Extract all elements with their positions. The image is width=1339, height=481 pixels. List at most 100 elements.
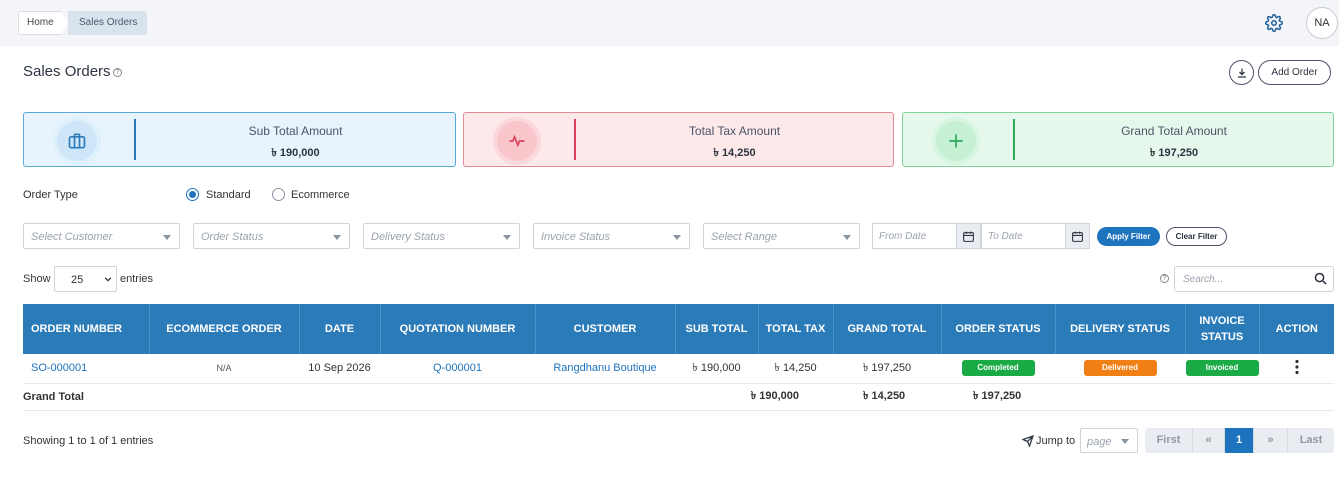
column-header-invoice-status[interactable]: INVOICE STATUS xyxy=(1185,304,1260,354)
radio-ecommerce-label[interactable]: Ecommerce xyxy=(291,189,350,201)
plus-icon xyxy=(936,121,976,161)
breadcrumb-home[interactable]: Home xyxy=(18,11,62,35)
invoice-status-select[interactable]: Invoice Status xyxy=(533,223,690,249)
grand-total-row: Grand Total ৳ 190,000 ৳ 14,250 ৳ 197,250 xyxy=(23,383,1334,411)
radio-ecommerce[interactable] xyxy=(272,188,285,201)
card-value: ৳ 190,000 xyxy=(271,147,320,159)
pulse-icon xyxy=(497,121,537,161)
grand-total-cell: ৳ 197,250 xyxy=(833,354,941,384)
order-status-badge: Completed xyxy=(961,360,1035,377)
table-row: SO-000001 N/A 10 Sep 2026 Q-000001 Rangd… xyxy=(23,354,1334,384)
column-header-grand-total[interactable]: GRAND TOTAL xyxy=(833,304,942,354)
grand-total-label: Grand Total xyxy=(23,383,149,411)
column-header-sub-total[interactable]: SUB TOTAL xyxy=(675,304,759,354)
column-header-date[interactable]: DATE xyxy=(299,304,381,354)
total-grand-total: ৳ 197,250 xyxy=(941,383,1055,411)
briefcase-icon xyxy=(57,121,97,161)
column-header-delivery-status[interactable]: DELIVERY STATUS xyxy=(1055,304,1186,354)
card-label: Grand Total Amount xyxy=(1121,124,1227,138)
kebab-menu-icon[interactable] xyxy=(1294,359,1300,375)
search-help-icon[interactable]: ? xyxy=(1160,274,1169,283)
avatar[interactable]: NA xyxy=(1306,7,1338,39)
total-tax-cell: ৳ 14,250 xyxy=(758,354,833,384)
entries-label: entries xyxy=(120,273,154,285)
column-header-order-status[interactable]: ORDER STATUS xyxy=(941,304,1056,354)
calendar-icon[interactable] xyxy=(956,223,981,249)
download-icon xyxy=(1237,68,1246,78)
order-status-cell: Completed xyxy=(941,354,1055,384)
invoice-status-badge: Invoiced xyxy=(1185,360,1259,377)
entries-select[interactable]: 25 xyxy=(54,266,117,292)
next-page-button[interactable]: » xyxy=(1254,428,1288,453)
invoice-status-placeholder: Invoice Status xyxy=(541,231,611,243)
chevron-down-icon xyxy=(103,274,113,286)
entries-info: Showing 1 to 1 of 1 entries xyxy=(23,435,154,447)
search-input[interactable]: Search... xyxy=(1174,266,1334,292)
delivery-status-badge: Delivered xyxy=(1083,360,1157,377)
action-cell xyxy=(1259,354,1334,384)
card-value: ৳ 14,250 xyxy=(713,147,756,159)
help-icon[interactable]: ? xyxy=(113,68,122,77)
send-icon xyxy=(1022,435,1034,447)
total-tax-card: Total Tax Amount ৳ 14,250 xyxy=(463,112,894,167)
to-date-input[interactable]: To Date xyxy=(981,223,1066,249)
total-sub-total: ৳ 190,000 xyxy=(675,383,833,411)
clear-filter-button[interactable]: Clear Filter xyxy=(1166,227,1227,246)
caret-down-icon xyxy=(163,235,171,240)
card-label: Sub Total Amount xyxy=(248,124,343,138)
date-cell: 10 Sep 2026 xyxy=(299,354,380,384)
radio-standard-label[interactable]: Standard xyxy=(206,189,251,201)
sub-total-cell: ৳ 190,000 xyxy=(675,354,758,384)
order-status-placeholder: Order Status xyxy=(201,231,264,243)
column-header-quotation-number[interactable]: QUOTATION NUMBER xyxy=(380,304,536,354)
caret-down-icon xyxy=(1121,439,1129,444)
page-select[interactable]: page xyxy=(1080,428,1138,453)
column-header-action: ACTION xyxy=(1259,304,1334,354)
caret-down-icon xyxy=(333,235,341,240)
first-page-button[interactable]: First xyxy=(1145,428,1193,453)
page-select-placeholder: page xyxy=(1087,436,1112,448)
breadcrumb-current: Sales Orders xyxy=(68,11,148,35)
jump-to-label: Jump to xyxy=(1036,435,1076,447)
caret-down-icon xyxy=(843,235,851,240)
page-button-1[interactable]: 1 xyxy=(1225,428,1254,453)
search-icon[interactable] xyxy=(1313,271,1329,287)
from-date-input[interactable]: From Date xyxy=(872,223,957,249)
download-button[interactable] xyxy=(1229,60,1254,85)
orders-table: ORDER NUMBER ECOMMERCE ORDER DATE QUOTAT… xyxy=(23,304,1334,411)
range-select-placeholder: Select Range xyxy=(711,231,778,243)
delivery-status-select[interactable]: Delivery Status xyxy=(363,223,520,249)
last-page-button[interactable]: Last xyxy=(1288,428,1334,453)
column-header-order-number[interactable]: ORDER NUMBER xyxy=(23,304,150,354)
caret-down-icon xyxy=(673,235,681,240)
customer-select-placeholder: Select Customer xyxy=(31,231,113,243)
column-header-customer[interactable]: CUSTOMER xyxy=(535,304,676,354)
delivery-status-placeholder: Delivery Status xyxy=(371,231,445,243)
grand-total-card: Grand Total Amount ৳ 197,250 xyxy=(902,112,1334,167)
caret-down-icon xyxy=(503,235,511,240)
quotation-number-link[interactable]: Q-000001 xyxy=(380,354,535,384)
page-title: Sales Orders xyxy=(23,63,111,80)
radio-standard[interactable] xyxy=(186,188,199,201)
customer-link[interactable]: Rangdhanu Boutique xyxy=(535,354,675,384)
add-order-button[interactable]: Add Order xyxy=(1258,60,1331,85)
customer-select[interactable]: Select Customer xyxy=(23,223,180,249)
order-number-link[interactable]: SO-000001 xyxy=(23,354,149,384)
order-status-select[interactable]: Order Status xyxy=(193,223,350,249)
total-tax: ৳ 14,250 xyxy=(833,383,941,411)
top-bar: Home Sales Orders NA xyxy=(0,0,1339,46)
column-header-total-tax[interactable]: TOTAL TAX xyxy=(758,304,834,354)
prev-page-button[interactable]: « xyxy=(1193,428,1225,453)
column-header-ecommerce-order[interactable]: ECOMMERCE ORDER xyxy=(149,304,300,354)
order-type-label: Order Type xyxy=(23,189,78,201)
range-select[interactable]: Select Range xyxy=(703,223,860,249)
table-header-row: ORDER NUMBER ECOMMERCE ORDER DATE QUOTAT… xyxy=(23,304,1334,354)
invoice-status-cell: Invoiced xyxy=(1185,354,1259,384)
show-label: Show xyxy=(23,273,51,285)
gear-icon[interactable] xyxy=(1262,11,1286,35)
card-label: Total Tax Amount xyxy=(688,124,781,138)
calendar-icon[interactable] xyxy=(1065,223,1090,249)
delivery-status-cell: Delivered xyxy=(1055,354,1185,384)
apply-filter-button[interactable]: Apply Filter xyxy=(1097,227,1160,246)
sub-total-card: Sub Total Amount ৳ 190,000 xyxy=(23,112,456,167)
